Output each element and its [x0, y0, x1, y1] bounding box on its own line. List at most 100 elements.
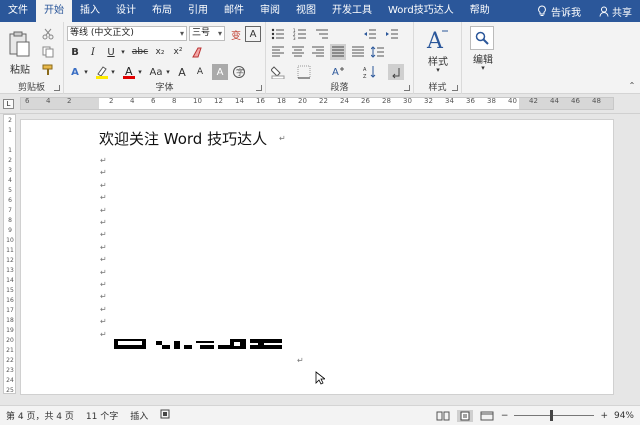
svg-text:Z: Z [363, 74, 367, 79]
tab-home[interactable]: 开始 [36, 0, 72, 22]
tab-selector-icon[interactable]: L [3, 99, 14, 109]
insert-mode[interactable]: 插入 [124, 409, 154, 422]
font-size-select[interactable]: 三号 [189, 26, 225, 41]
numbering-icon[interactable]: 123 [292, 26, 308, 42]
align-center-icon[interactable] [290, 44, 306, 60]
paragraph-mark: ↵ [100, 218, 107, 227]
document-heading[interactable]: 欢迎关注 Word 技巧达人 [99, 128, 267, 149]
paragraph-mark: ↵ [100, 280, 107, 289]
zoom-out-button[interactable]: − [501, 411, 509, 421]
vertical-ruler-number: 1 [8, 147, 12, 154]
tab-word-tips[interactable]: Word技巧达人 [380, 0, 462, 22]
editing-label[interactable]: 编辑 [462, 52, 504, 66]
tab-design[interactable]: 设计 [108, 0, 144, 22]
font-name-select[interactable]: 等线 (中文正文) [67, 26, 187, 41]
share-button[interactable]: 共享 [589, 4, 640, 19]
styles-launcher[interactable] [452, 85, 458, 91]
cut-icon[interactable] [40, 26, 56, 42]
enclose-characters-icon[interactable]: 字 [231, 64, 247, 80]
line-spacing-icon[interactable] [370, 44, 386, 60]
strikethrough-button[interactable]: abc [130, 44, 150, 60]
superscript-button[interactable]: x² [170, 44, 186, 60]
format-painter-icon[interactable] [40, 62, 56, 78]
read-mode-icon[interactable] [435, 410, 451, 422]
change-case-dropdown-icon[interactable]: ▾ [164, 64, 172, 80]
tab-insert[interactable]: 插入 [72, 0, 108, 22]
multilevel-list-icon[interactable] [314, 26, 330, 42]
styles-gallery-icon[interactable]: A [424, 26, 452, 54]
tell-me-button[interactable]: 告诉我 [529, 4, 589, 19]
ruler-number: 2 [67, 97, 72, 105]
styles-dropdown-icon[interactable]: ▾ [432, 66, 444, 74]
grow-font-button[interactable]: A [174, 64, 190, 80]
shrink-font-button[interactable]: A [192, 64, 208, 80]
sort-icon[interactable]: AZ [362, 64, 378, 80]
vertical-ruler-number: 1 [8, 127, 12, 134]
tab-help[interactable]: 帮助 [462, 0, 498, 22]
tab-mailings[interactable]: 邮件 [216, 0, 252, 22]
vertical-ruler-number: 7 [8, 207, 12, 214]
macro-record-icon[interactable] [154, 409, 176, 422]
underline-dropdown-icon[interactable]: ▾ [119, 44, 127, 60]
tab-file[interactable]: 文件 [0, 0, 36, 22]
show-hide-marks-icon[interactable] [388, 64, 404, 80]
text-effects-dropdown-icon[interactable]: ▾ [82, 64, 90, 80]
bold-button[interactable]: B [67, 44, 83, 60]
editing-dropdown-icon[interactable]: ▾ [477, 64, 489, 72]
tab-review[interactable]: 审阅 [252, 0, 288, 22]
paragraph-launcher[interactable] [404, 85, 410, 91]
highlight-dropdown-icon[interactable]: ▾ [109, 64, 117, 80]
svg-text:A: A [363, 67, 367, 73]
word-count[interactable]: 11 个字 [80, 409, 124, 422]
text-effects-icon[interactable]: A [67, 64, 83, 80]
character-shading-button[interactable]: A [212, 64, 228, 80]
shading-icon[interactable] [270, 64, 286, 80]
highlight-icon[interactable] [94, 64, 110, 80]
justify-icon[interactable] [330, 44, 346, 60]
paste-button[interactable] [4, 26, 34, 62]
zoom-slider-thumb[interactable] [550, 410, 554, 421]
subscript-button[interactable]: x₂ [152, 44, 168, 60]
zoom-in-button[interactable]: + [600, 411, 608, 421]
collapse-ribbon-icon[interactable]: ⌃ [627, 80, 637, 90]
paragraph-mark: ↵ [100, 255, 107, 265]
ruler-bar[interactable]: 6 4 2 2 4 6 8 10 12 14 16 18 20 22 24 26 28 30 32 34 36 38 40 4… [20, 97, 614, 110]
styles-label[interactable]: 样式 [416, 54, 460, 68]
zoom-level[interactable]: 94% [614, 411, 634, 421]
tab-layout[interactable]: 布局 [144, 0, 180, 22]
web-layout-icon[interactable] [479, 410, 495, 422]
tab-view[interactable]: 视图 [288, 0, 324, 22]
clipboard-launcher[interactable] [54, 85, 60, 91]
vertical-ruler-number: 25 [6, 387, 14, 394]
copy-icon[interactable] [40, 44, 56, 60]
page-count[interactable]: 第 4 页，共 4 页 [0, 409, 80, 422]
ruler-number: 6 [151, 97, 156, 105]
font-color-icon[interactable]: A [121, 64, 137, 80]
tab-references[interactable]: 引用 [180, 0, 216, 22]
distributed-icon[interactable] [350, 44, 366, 60]
increase-indent-icon[interactable] [384, 26, 400, 42]
horizontal-ruler: L 6 4 2 2 4 6 8 10 12 14 16 18 20 22 24 26 28 30 32 34 36 38 4… [0, 94, 640, 114]
align-left-icon[interactable] [270, 44, 286, 60]
paragraph-mark: ↵ [100, 230, 107, 240]
paragraph-mark: ↵ [100, 193, 107, 203]
phonetic-guide-icon[interactable]: 变 [228, 26, 244, 42]
zoom-slider[interactable] [514, 410, 595, 421]
asian-layout-icon[interactable]: A [330, 64, 346, 80]
find-icon[interactable] [470, 26, 494, 50]
font-color-dropdown-icon[interactable]: ▾ [136, 64, 144, 80]
print-layout-icon[interactable] [456, 409, 473, 422]
clear-formatting-icon[interactable] [190, 44, 206, 60]
align-right-icon[interactable] [310, 44, 326, 60]
bullets-icon[interactable] [270, 26, 286, 42]
tab-developer[interactable]: 开发工具 [324, 0, 380, 22]
change-case-button[interactable]: Aa [148, 64, 164, 80]
underline-button[interactable]: U [103, 44, 119, 60]
vertical-ruler[interactable]: 2 1 1 2 3 4 5 6 7 8 9 10 11 12 13 14 15 16 17 18 19 20 21 22 23 2… [3, 114, 16, 394]
font-launcher[interactable] [256, 85, 262, 91]
italic-button[interactable]: I [85, 44, 101, 60]
character-border-icon[interactable]: A [245, 26, 261, 42]
document-page[interactable]: 欢迎关注 Word 技巧达人 ↵ ↵ ↵ ↵ ↵ ↵ ↵ ↵ ↵ ↵ ↵ ↵ ↵ ↵ ↵ ↵ ↵ [20, 119, 614, 395]
decrease-indent-icon[interactable] [362, 26, 378, 42]
borders-icon[interactable] [296, 64, 312, 80]
